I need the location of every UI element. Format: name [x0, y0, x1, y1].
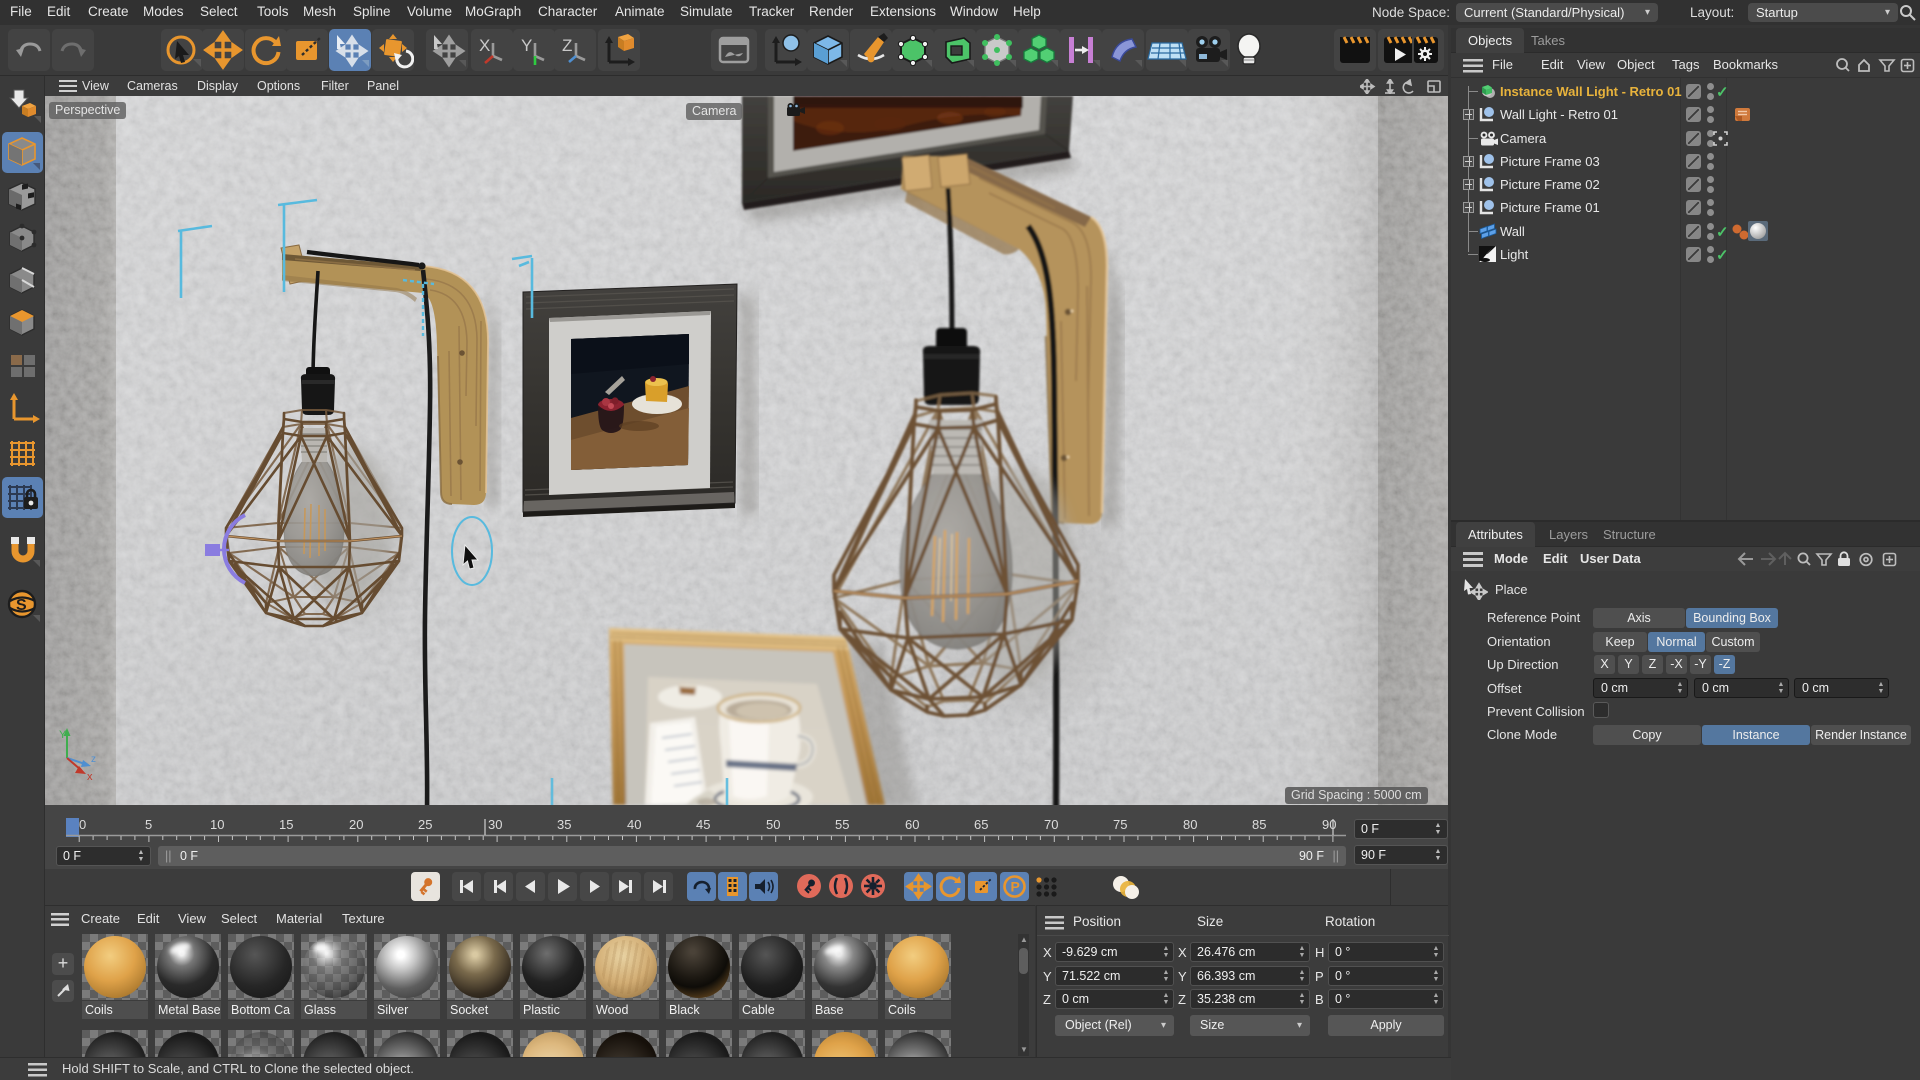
svg-text:85: 85 — [1252, 817, 1266, 832]
svg-text:15: 15 — [279, 817, 293, 832]
svg-text:20: 20 — [349, 817, 363, 832]
svg-text:25: 25 — [418, 817, 432, 832]
svg-text:55: 55 — [835, 817, 849, 832]
svg-text:P: P — [1011, 879, 1020, 895]
svg-text:30: 30 — [488, 817, 502, 832]
svg-text:45: 45 — [696, 817, 710, 832]
svg-text:80: 80 — [1183, 817, 1197, 832]
svg-text:40: 40 — [627, 817, 641, 832]
svg-text:S: S — [16, 597, 27, 614]
svg-text:75: 75 — [1113, 817, 1127, 832]
svg-text:0: 0 — [79, 817, 86, 832]
svg-text:60: 60 — [905, 817, 919, 832]
svg-text:35: 35 — [557, 817, 571, 832]
svg-text:z: z — [91, 754, 96, 765]
svg-text:Y: Y — [59, 729, 67, 741]
svg-text:x: x — [87, 771, 93, 783]
svg-text:10: 10 — [210, 817, 224, 832]
svg-text:70: 70 — [1044, 817, 1058, 832]
svg-text:X: X — [479, 36, 490, 55]
svg-text:Y: Y — [521, 36, 532, 55]
svg-text:Z: Z — [562, 36, 572, 55]
svg-text:5: 5 — [145, 817, 152, 832]
svg-text:65: 65 — [974, 817, 988, 832]
svg-text:90: 90 — [1322, 817, 1336, 832]
svg-text:50: 50 — [766, 817, 780, 832]
